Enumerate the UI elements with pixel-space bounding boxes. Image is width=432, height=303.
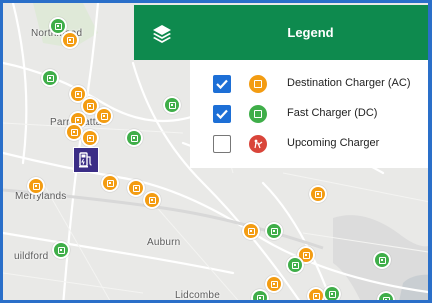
legend-checkbox-destination-charger[interactable]	[213, 75, 231, 93]
dc-charger-marker[interactable]	[251, 289, 269, 300]
legend-label-upcoming-charger: Upcoming Charger	[287, 137, 380, 149]
legend-title: Legend	[287, 25, 334, 40]
ac-charger-marker[interactable]	[127, 179, 145, 197]
dc-charger-marker[interactable]	[163, 96, 181, 114]
ac-charger-marker[interactable]	[27, 177, 45, 195]
legend-header: Legend	[190, 5, 428, 60]
dc-charger-marker[interactable]	[286, 256, 304, 274]
ac-charger-marker[interactable]	[101, 174, 119, 192]
dc-charger-marker[interactable]	[52, 241, 70, 259]
ev-charging-station-icon	[79, 152, 92, 168]
ac-charger-marker[interactable]	[95, 107, 113, 125]
legend-panel: Destination Charger (AC) Fast Charger (D…	[190, 60, 428, 168]
charger-dollar-icon	[302, 251, 310, 259]
charger-dollar-icon	[132, 184, 140, 192]
charger-dollar-icon	[86, 134, 94, 142]
ac-charger-marker[interactable]	[242, 222, 260, 240]
charger-dollar-icon	[378, 256, 386, 264]
legend-checkbox-upcoming-charger[interactable]	[213, 135, 231, 153]
charger-dollar-icon	[168, 101, 176, 109]
map-frame: Northmead Parramatta Merrylands Auburn u…	[0, 0, 432, 303]
place-label-auburn: Auburn	[147, 237, 181, 248]
charger-dollar-icon	[148, 196, 156, 204]
charger-dollar-icon	[256, 294, 264, 300]
ac-charger-marker[interactable]	[143, 191, 161, 209]
dc-charger-marker[interactable]	[377, 291, 395, 300]
layers-toggle-button[interactable]	[134, 5, 190, 60]
charger-dollar-icon	[270, 280, 278, 288]
charger-dollar-icon	[57, 246, 65, 254]
checkmark-icon	[216, 79, 228, 90]
dc-charger-marker[interactable]	[41, 69, 59, 87]
upcoming-construction-icon	[247, 133, 269, 155]
charger-dollar-icon	[74, 90, 82, 98]
charger-dollar-icon	[32, 182, 40, 190]
charger-dollar-icon	[106, 179, 114, 187]
ac-charger-marker[interactable]	[309, 185, 327, 203]
layers-icon	[153, 24, 171, 43]
legend-label-fast-charger: Fast Charger (DC)	[287, 107, 378, 119]
dc-charger-marker[interactable]	[373, 251, 391, 269]
place-label-guildford: uildford	[14, 251, 49, 262]
charger-dollar-icon	[130, 134, 138, 142]
ac-charger-icon	[247, 73, 269, 95]
legend-item-upcoming-charger[interactable]: Upcoming Charger	[190, 132, 428, 156]
checkmark-icon	[216, 109, 228, 120]
charger-dollar-icon	[100, 112, 108, 120]
charger-dollar-icon	[54, 22, 62, 30]
charger-dollar-icon	[314, 190, 322, 198]
ac-charger-marker[interactable]	[265, 275, 283, 293]
charger-dollar-icon	[382, 296, 390, 300]
charger-dollar-icon	[312, 292, 320, 300]
legend-label-destination-charger: Destination Charger (AC)	[287, 77, 411, 89]
dc-charger-marker[interactable]	[323, 285, 341, 300]
legend-item-fast-charger[interactable]: Fast Charger (DC)	[190, 102, 428, 126]
charger-dollar-icon	[66, 36, 74, 44]
dc-charger-marker[interactable]	[265, 222, 283, 240]
dc-charger-icon	[247, 103, 269, 125]
place-label-lidcombe: Lidcombe	[175, 290, 220, 301]
ac-charger-marker[interactable]	[81, 129, 99, 147]
charger-dollar-icon	[86, 102, 94, 110]
charger-dollar-icon	[46, 74, 54, 82]
legend-checkbox-fast-charger[interactable]	[213, 105, 231, 123]
charger-dollar-icon	[328, 290, 336, 298]
ev-charging-station-marker[interactable]	[73, 147, 99, 173]
charger-dollar-icon	[270, 227, 278, 235]
charger-dollar-icon	[70, 128, 78, 136]
ac-charger-marker[interactable]	[61, 31, 79, 49]
dc-charger-marker[interactable]	[125, 129, 143, 147]
charger-dollar-icon	[291, 261, 299, 269]
legend-item-destination-charger[interactable]: Destination Charger (AC)	[190, 72, 428, 96]
charger-dollar-icon	[247, 227, 255, 235]
